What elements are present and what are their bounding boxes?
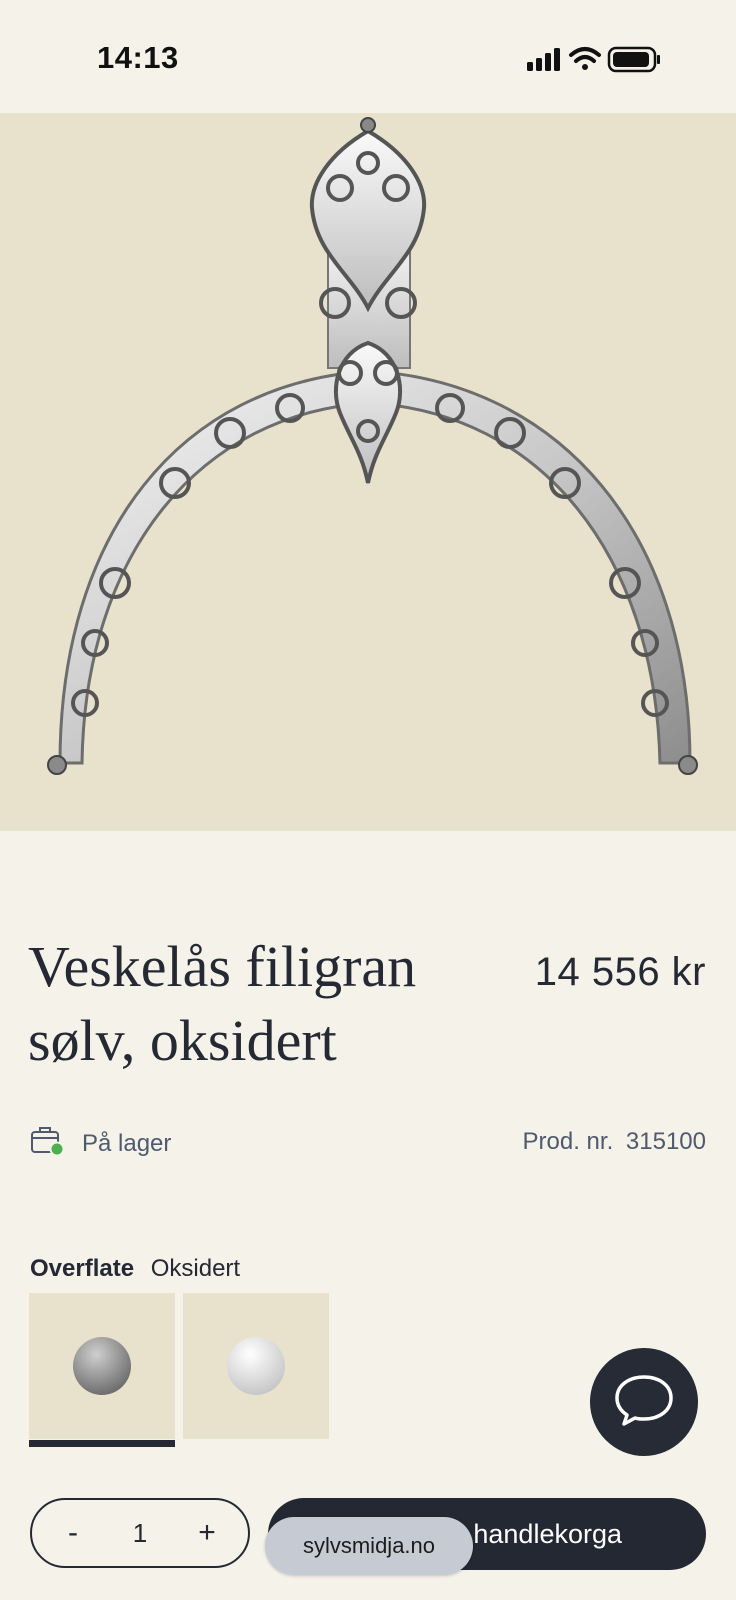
product-number-label: Prod. nr.	[522, 1128, 614, 1155]
status-bar: 14:13	[0, 0, 736, 113]
swatch-ball-light	[227, 1337, 285, 1395]
product-title: Veskelås filigran sølv, oksidert	[28, 934, 417, 1073]
variant-label: Overflate	[30, 1255, 135, 1282]
chat-bubble-icon	[613, 1373, 675, 1432]
variant-row: Overflate Oksidert	[30, 1255, 240, 1283]
status-time: 14:13	[97, 40, 179, 75]
variant-selected-value: Oksidert	[150, 1255, 241, 1282]
battery-icon	[607, 46, 660, 73]
chat-button[interactable]	[590, 1348, 698, 1456]
cellular-signal-icon	[527, 48, 560, 71]
product-image[interactable]	[0, 113, 736, 831]
product-number: Prod. nr. 315100	[523, 1128, 706, 1156]
swatch-oksidert[interactable]	[29, 1293, 175, 1447]
browser-url-bar[interactable]: sylvsmidja.no	[265, 1517, 473, 1575]
swatch-ball-dark	[73, 1337, 131, 1395]
status-icons	[525, 44, 675, 81]
quantity-stepper: - 1 +	[30, 1498, 250, 1568]
swatch-blank[interactable]	[183, 1293, 329, 1439]
quantity-minus-button[interactable]: -	[58, 1516, 88, 1550]
product-number-value: 315100	[625, 1128, 706, 1155]
stock-status: På lager	[30, 1126, 171, 1161]
url-text: sylvsmidja.no	[302, 1533, 436, 1558]
stock-label: På lager	[82, 1129, 172, 1157]
product-price: 14 556 kr	[534, 950, 706, 994]
in-stock-icon	[30, 1126, 66, 1161]
quantity-plus-button[interactable]: +	[192, 1516, 222, 1550]
wifi-icon	[569, 47, 601, 70]
add-to-cart-label: handlekorga	[473, 1518, 622, 1549]
quantity-value[interactable]: 1	[133, 1518, 147, 1549]
